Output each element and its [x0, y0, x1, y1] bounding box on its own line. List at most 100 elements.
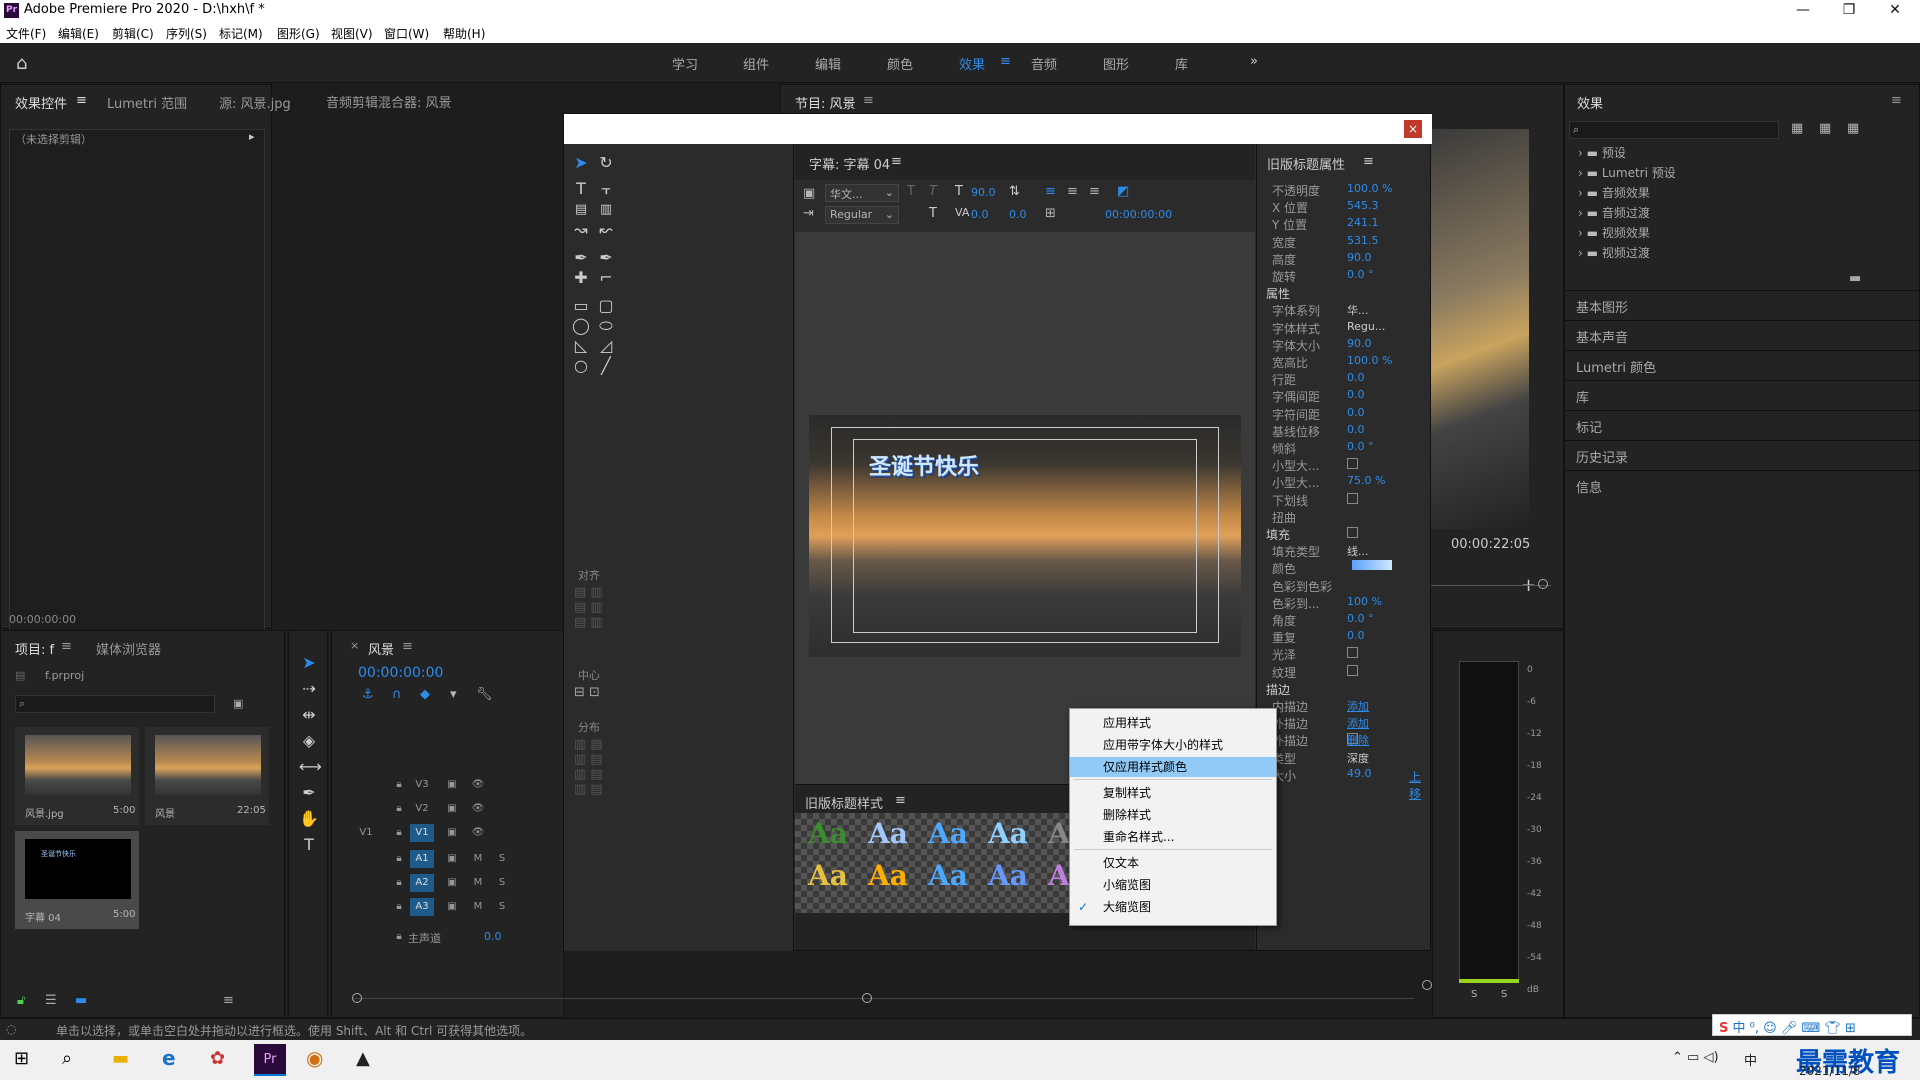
property-row[interactable]: 旋转 0.0 ° — [1272, 268, 1374, 284]
property-value[interactable]: 0.0 ° — [1347, 440, 1374, 453]
mute-button[interactable]: M — [466, 898, 490, 916]
maximize-button[interactable]: ❐ — [1826, 0, 1872, 21]
styles-menu-icon[interactable]: ≡ — [895, 793, 906, 808]
film-icon[interactable]: ▣ — [440, 850, 464, 868]
show-video-icon[interactable]: ◩ — [1117, 184, 1129, 199]
property-value[interactable]: 删除 — [1347, 732, 1369, 748]
search-icon[interactable]: ⌕ — [62, 1048, 72, 1069]
property-row[interactable]: 色彩到色彩 — [1272, 578, 1332, 594]
property-row[interactable]: 基线位移 0.0 — [1272, 423, 1365, 439]
font-family-select[interactable]: 华文... ⌄ — [825, 184, 899, 202]
property-checkbox[interactable] — [1347, 458, 1358, 470]
property-value[interactable]: 0.0 — [1347, 406, 1365, 419]
bold-icon[interactable]: T — [907, 184, 915, 199]
menu-file[interactable]: 文件(F) — [6, 25, 46, 42]
icon-view-icon[interactable]: ▬ — [75, 993, 87, 1008]
kerning-value[interactable]: 0.0 — [971, 208, 989, 221]
property-value[interactable]: 0.0 — [1347, 423, 1365, 436]
effects-menu-icon[interactable]: ≡ — [1891, 93, 1902, 108]
marker-icon[interactable]: ▾ — [450, 687, 457, 702]
lock-icon[interactable]: 🔒︎ — [387, 800, 411, 818]
effects-section[interactable]: 基本声音 — [1564, 320, 1920, 350]
eye-icon[interactable]: 👁︎ — [466, 824, 490, 842]
path-type-tool-icon[interactable]: ↝ — [571, 220, 591, 240]
property-value[interactable]: 添加 — [1347, 698, 1369, 714]
chevron-right-icon[interactable]: › — [1578, 246, 1583, 260]
track-row[interactable]: 🔒︎ A1 ▣ M S — [340, 848, 570, 870]
context-menu-item[interactable]: 应用样式 — [1070, 713, 1276, 733]
property-row[interactable]: 不透明度 100.0 % — [1272, 182, 1392, 198]
effects-tree-item[interactable]: › ▬ Lumetri 预设 — [1578, 164, 1676, 181]
workspace-audio[interactable]: 音频 — [1031, 54, 1057, 73]
effects-tree-item[interactable]: › ▬ 预设 — [1578, 144, 1626, 161]
italic-icon[interactable]: T — [929, 184, 937, 199]
property-value[interactable]: 531.5 — [1347, 234, 1379, 247]
ime-toolbar[interactable]: S 中 ⁰, ☺ 🎤︎ ⌨ 👕︎ ⊞ — [1712, 1014, 1912, 1036]
project-item[interactable]: 风景.jpg 5:00 — [15, 727, 139, 825]
solo-button[interactable]: S — [490, 874, 514, 892]
wedge-tool-icon[interactable]: ◺ — [571, 336, 591, 356]
underline-icon[interactable]: T — [929, 206, 937, 221]
track-label[interactable]: A1 — [410, 850, 434, 868]
list-view-icon[interactable]: ☰ — [45, 993, 57, 1008]
type-tool-icon[interactable]: T — [571, 179, 591, 199]
track-row[interactable]: V1 🔒︎ V1 ▣ 👁︎ — [340, 822, 570, 844]
context-menu-item[interactable]: 删除样式 — [1070, 805, 1276, 825]
32bit-effects-icon[interactable]: ▦ — [1819, 121, 1831, 136]
menu-sequence[interactable]: 序列(S) — [166, 25, 207, 42]
property-row[interactable]: 外描边 删除 — [1272, 732, 1369, 748]
workspace-effects[interactable]: 效果 — [959, 54, 985, 73]
source-patch[interactable]: V1 — [354, 824, 378, 842]
delete-anchor-icon[interactable]: ✒ — [596, 248, 616, 268]
effects-search-input[interactable] — [1569, 121, 1779, 139]
add-marker-icon[interactable]: ◆ — [420, 687, 430, 702]
tab-media-browser[interactable]: 媒体浏览器 — [96, 639, 161, 658]
track-label[interactable]: A2 — [410, 874, 434, 892]
style-swatch[interactable]: Aa — [799, 857, 857, 895]
style-swatch[interactable]: Aa — [799, 815, 857, 853]
title-timecode[interactable]: 00:00:00:00 — [1105, 208, 1172, 221]
style-swatch[interactable]: Aa — [859, 857, 917, 895]
track-select-tool-icon[interactable]: ⇢ — [299, 679, 319, 699]
lock-icon[interactable]: 🔒︎ — [387, 824, 411, 842]
context-menu-item[interactable]: 小缩览图 — [1070, 875, 1276, 895]
property-value[interactable]: 0.0 ° — [1347, 612, 1374, 625]
tab-program[interactable]: 节目: 风景 — [795, 93, 856, 112]
leading-value[interactable]: 0.0 — [1009, 208, 1027, 221]
rotation-tool-icon[interactable]: ↻ — [596, 153, 616, 173]
effects-section[interactable]: 基本图形 — [1564, 290, 1920, 320]
film-icon[interactable]: ▣ — [440, 776, 464, 794]
title-text-object[interactable]: 圣诞节快乐 — [869, 449, 979, 481]
context-menu-item[interactable]: 复制样式 — [1070, 783, 1276, 803]
align-left-icon[interactable]: ≡ — [1045, 184, 1056, 199]
property-row[interactable]: 属性 — [1266, 285, 1290, 301]
add-anchor-icon[interactable]: ✚ — [571, 268, 591, 288]
eye-icon[interactable]: 👁︎ — [466, 800, 490, 818]
mute-button[interactable]: M — [466, 850, 490, 868]
chevron-right-icon[interactable]: › — [1578, 226, 1583, 240]
property-row[interactable]: 字体样式 Regu... — [1272, 320, 1385, 336]
tab-stops-icon[interactable]: ⇥ — [803, 206, 814, 221]
style-swatch[interactable]: Aa — [979, 857, 1037, 895]
mute-button[interactable]: M — [466, 874, 490, 892]
property-row[interactable]: 重复 0.0 — [1272, 629, 1365, 645]
context-menu-item[interactable]: 仅应用样式颜色 — [1070, 757, 1276, 777]
dialog-close-button[interactable]: × — [1404, 120, 1422, 138]
property-row[interactable]: 外描边 添加 — [1272, 715, 1369, 731]
rectangle-tool-icon[interactable]: ▭ — [571, 296, 591, 316]
project-search-input[interactable] — [15, 695, 215, 713]
tab-lumetri-scopes[interactable]: Lumetri 范围 — [107, 93, 187, 112]
chevron-right-icon[interactable]: › — [1578, 146, 1583, 160]
settings-wrench-icon[interactable]: 🔧︎ — [476, 687, 493, 702]
move-up-link[interactable]: 上移 — [1409, 768, 1430, 802]
property-value[interactable]: 0.0 — [1347, 388, 1365, 401]
slip-tool-icon[interactable]: ⟷ — [299, 757, 322, 777]
selection-tool-icon[interactable]: ➤ — [299, 653, 319, 673]
track-row[interactable]: 🔒︎ A2 ▣ M S — [340, 872, 570, 894]
context-menu-item[interactable]: 应用带字体大小的样式 — [1070, 735, 1276, 755]
center-icons[interactable]: ⊟ ⊡ — [574, 685, 600, 700]
ime-indicator[interactable]: 中 — [1744, 1050, 1757, 1069]
ellipse-tool-icon[interactable]: ◯ — [571, 316, 591, 336]
home-icon[interactable]: ⌂ — [16, 53, 27, 74]
style-swatch[interactable]: Aa — [979, 815, 1037, 853]
